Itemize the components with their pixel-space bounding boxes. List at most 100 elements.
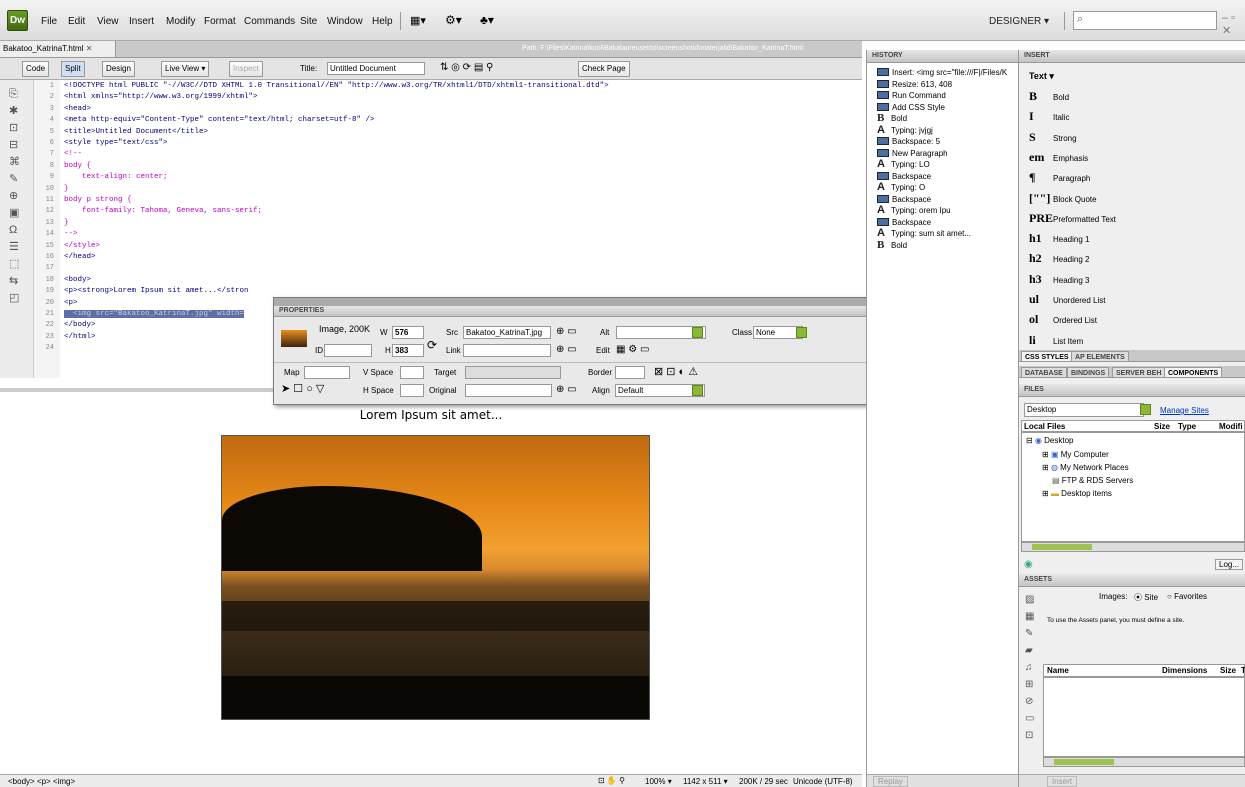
workspace-switcher[interactable]: DESIGNER ▾ xyxy=(989,16,1049,35)
code-line[interactable]: <p><strong>Lorem Ipsum sit amet...</stro… xyxy=(64,287,249,295)
tab-server-behaviors[interactable]: SERVER BEH xyxy=(1112,367,1166,378)
window-size[interactable]: 1142 x 511 ▾ xyxy=(683,777,728,786)
history-item[interactable]: Backspace xyxy=(877,171,931,182)
col-dimensions[interactable]: Dimensions xyxy=(1162,666,1207,675)
tree-ftp-servers[interactable]: ▤ FTP & RDS Servers xyxy=(1052,476,1133,485)
asset-category-icons[interactable]: ▨ ▦ ✎ ▰ ♫ ⊞ ⊘ ▭ ⊡ xyxy=(1025,591,1039,744)
design-view-button[interactable]: Design xyxy=(102,61,135,77)
code-line[interactable]: </html> xyxy=(64,333,96,341)
code-line[interactable]: </body> xyxy=(64,321,96,329)
live-view-button[interactable]: Live View ▾ xyxy=(161,61,210,77)
insert-item[interactable]: ul Unordered List xyxy=(1029,290,1105,308)
width-input[interactable]: 576 xyxy=(392,326,424,339)
sunset-image[interactable] xyxy=(221,435,650,720)
target-select[interactable] xyxy=(465,366,561,379)
tab-bindings[interactable]: BINDINGS xyxy=(1067,367,1110,378)
replay-button[interactable]: Replay xyxy=(873,776,908,787)
scroll-thumb[interactable] xyxy=(1032,544,1092,550)
insert-item[interactable]: em Emphasis xyxy=(1029,148,1088,166)
history-item[interactable]: A Typing: jvjgj xyxy=(877,124,933,136)
select-tools-icon[interactable]: ⊡ ✋ ⚲ xyxy=(598,776,625,785)
original-browse-icon[interactable]: ⊕ ▭ xyxy=(556,384,577,395)
browse-folder-icon[interactable]: ⊕ ▭ xyxy=(556,326,577,337)
menu-window[interactable]: Window xyxy=(327,16,363,27)
insert-item[interactable]: h1 Heading 1 xyxy=(1029,229,1089,247)
code-line[interactable]: body p strong { xyxy=(64,196,132,204)
connect-icon[interactable]: ◉ xyxy=(1024,559,1033,570)
insert-item[interactable]: ol Ordered List xyxy=(1029,310,1097,328)
col-size[interactable]: Size xyxy=(1154,422,1170,431)
col-local-files[interactable]: Local Files xyxy=(1024,422,1065,431)
files-scrollbar[interactable] xyxy=(1021,542,1245,552)
code-line[interactable]: } xyxy=(64,185,69,193)
insert-item[interactable]: [""] Block Quote xyxy=(1029,189,1097,207)
col-name[interactable]: Name xyxy=(1047,666,1069,675)
insert-item[interactable]: S Strong xyxy=(1029,128,1077,146)
id-input[interactable] xyxy=(324,344,372,357)
design-view[interactable]: Lorem Ipsum sit amet... xyxy=(0,396,862,774)
title-input[interactable]: Untitled Document xyxy=(327,62,425,75)
tree-my-computer[interactable]: ⊞ ▣ My Computer xyxy=(1042,450,1109,459)
files-tree[interactable]: ⊟ ◉ Desktop ⊞ ▣ My Computer ⊞ ◍ My Netwo… xyxy=(1021,432,1245,542)
close-tab-icon[interactable]: ✕ xyxy=(86,44,93,53)
code-line[interactable]: <body> xyxy=(64,276,91,284)
hspace-input[interactable] xyxy=(400,384,424,397)
col-modified[interactable]: Modifi xyxy=(1219,422,1243,431)
link-browse-icon[interactable]: ⊕ ▭ xyxy=(556,344,577,355)
code-line[interactable]: <meta http-equiv="Content-Type" content=… xyxy=(64,116,375,124)
history-item[interactable]: Resize: 613, 408 xyxy=(877,79,952,90)
file-management-icon[interactable]: ⇅ ◎ ⟳ ▤ ⚲ xyxy=(440,62,493,73)
menu-commands[interactable]: Commands xyxy=(244,16,295,27)
tab-ap-elements[interactable]: AP ELEMENTS xyxy=(1071,351,1129,362)
code-line[interactable]: </style> xyxy=(64,242,100,250)
insert-item[interactable]: ¶ Paragraph xyxy=(1029,168,1090,186)
code-line[interactable]: font-family: Tahoma, Geneva, sans-serif; xyxy=(64,207,262,215)
tree-desktop-items[interactable]: ⊞ ▬ Desktop items xyxy=(1042,489,1112,498)
col-asset-type[interactable]: T xyxy=(1241,666,1245,675)
menu-insert[interactable]: Insert xyxy=(129,16,154,27)
history-item[interactable]: Backspace xyxy=(877,194,931,205)
history-item[interactable]: Backspace xyxy=(877,217,931,228)
menu-modify[interactable]: Modify xyxy=(166,16,195,27)
class-dropdown[interactable] xyxy=(796,327,807,338)
window-controls-icon[interactable]: – ▫ ✕ xyxy=(1222,12,1245,37)
border-input[interactable] xyxy=(615,366,645,379)
height-input[interactable]: 383 xyxy=(392,344,424,357)
code-view-button[interactable]: Code xyxy=(22,61,50,77)
site-location-select[interactable]: Desktop xyxy=(1024,403,1144,417)
vspace-input[interactable] xyxy=(400,366,424,379)
insert-asset-button[interactable]: Insert xyxy=(1047,776,1078,787)
assets-list[interactable] xyxy=(1043,677,1245,757)
tab-database[interactable]: DATABASE xyxy=(1021,367,1067,378)
layout-icon[interactable]: ▦▾ xyxy=(410,14,426,27)
tree-desktop[interactable]: ⊟ ◉ Desktop xyxy=(1026,436,1074,445)
code-line[interactable]: <title>Untitled Document</title> xyxy=(64,128,208,136)
check-page-button[interactable]: Check Page xyxy=(578,61,630,77)
split-view-button[interactable]: Split xyxy=(61,61,85,77)
hotspot-tools-icon[interactable]: ➤ ☐ ○ ▽ xyxy=(281,382,324,395)
scroll-thumb[interactable] xyxy=(1054,759,1114,765)
history-item[interactable]: A Typing: LO xyxy=(877,159,930,170)
menu-help[interactable]: Help xyxy=(372,16,393,27)
code-line[interactable]: text-align: center; xyxy=(64,173,168,181)
menu-edit[interactable]: Edit xyxy=(68,16,85,27)
history-item[interactable]: New Paragraph xyxy=(877,148,948,159)
history-item[interactable]: A Typing: orem Ipu xyxy=(877,205,951,216)
site-radio[interactable]: ⦿ Site xyxy=(1134,592,1158,603)
code-line[interactable]: <p> xyxy=(64,299,78,307)
code-line[interactable]: <head> xyxy=(64,105,91,113)
code-line[interactable]: --> xyxy=(64,230,78,238)
reset-size-icon[interactable]: ⟳ xyxy=(427,338,437,352)
align-buttons-icon[interactable]: ⊠ ⊡ ◐ ⚠ xyxy=(654,365,698,378)
insert-item[interactable]: li List Item xyxy=(1029,331,1083,349)
menu-file[interactable]: File xyxy=(41,16,57,27)
zoom-select[interactable]: 100% ▾ xyxy=(645,777,672,786)
align-dropdown[interactable] xyxy=(692,385,703,396)
code-line[interactable]: } xyxy=(64,219,69,227)
edit-image-icons[interactable]: ▦ ⚙ ▭ xyxy=(616,344,649,355)
tree-network-places[interactable]: ⊞ ◍ My Network Places xyxy=(1042,463,1129,472)
manage-sites-link[interactable]: Manage Sites xyxy=(1160,406,1209,415)
extend-gear-icon[interactable]: ⚙▾ xyxy=(445,13,462,27)
map-input[interactable] xyxy=(304,366,350,379)
tab-css-styles[interactable]: CSS STYLES xyxy=(1021,351,1073,362)
